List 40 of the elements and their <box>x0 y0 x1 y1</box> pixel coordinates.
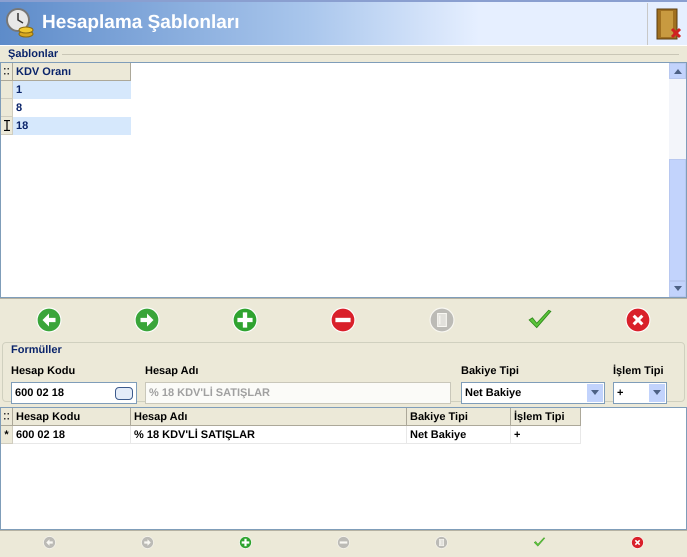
column-header: Hesap Adı <box>131 408 407 426</box>
section-title: Şablonlar <box>8 46 58 62</box>
field-label: Hesap Kodu <box>11 364 76 378</box>
checkmark-icon <box>533 536 546 549</box>
table-cell: 18 <box>13 117 131 135</box>
table-cell: 600 02 18 <box>13 426 131 444</box>
table-cell: % 18 KDV'Lİ SATIŞLAR <box>131 426 407 444</box>
table-cell: + <box>511 426 581 444</box>
text-cursor-icon <box>4 120 10 131</box>
minus-icon <box>336 536 350 549</box>
table-cell: 1 <box>13 81 131 99</box>
close-icon <box>631 536 644 549</box>
grip-icon <box>4 68 9 75</box>
dropdown[interactable]: + <box>613 382 667 404</box>
minus-icon <box>330 306 356 332</box>
scroll-up-icon <box>674 68 682 74</box>
plus-icon <box>232 306 258 332</box>
column-header: Bakiye Tipi <box>407 408 511 426</box>
input-field[interactable]: 600 02 18 <box>11 382 137 404</box>
column-header: KDV Oranı <box>13 63 131 81</box>
document-icon <box>435 536 448 549</box>
dropdown[interactable]: Net Bakiye <box>461 382 605 404</box>
column-header: İşlem Tipi <box>511 408 581 426</box>
row-indicator: * <box>1 426 13 444</box>
dropdown-arrow-icon <box>653 390 661 396</box>
field-label: Bakiye Tipi <box>461 364 520 378</box>
group-title: Formüller <box>11 343 63 358</box>
field-label: İşlem Tipi <box>613 364 665 378</box>
plus-icon <box>238 536 252 549</box>
scrollbar[interactable] <box>669 63 686 297</box>
document-icon <box>428 306 455 332</box>
dropdown-arrow-icon <box>591 390 599 396</box>
table-cell: Net Bakiye <box>407 426 511 444</box>
column-header: Hesap Kodu <box>13 408 131 426</box>
grip-icon <box>4 413 9 420</box>
field-label: Hesap Adı <box>145 364 200 378</box>
window-title: Hesaplama Şablonları <box>42 11 240 36</box>
scroll-down-icon <box>674 286 682 292</box>
close-icon <box>624 306 651 332</box>
lookup-button[interactable] <box>115 386 133 400</box>
